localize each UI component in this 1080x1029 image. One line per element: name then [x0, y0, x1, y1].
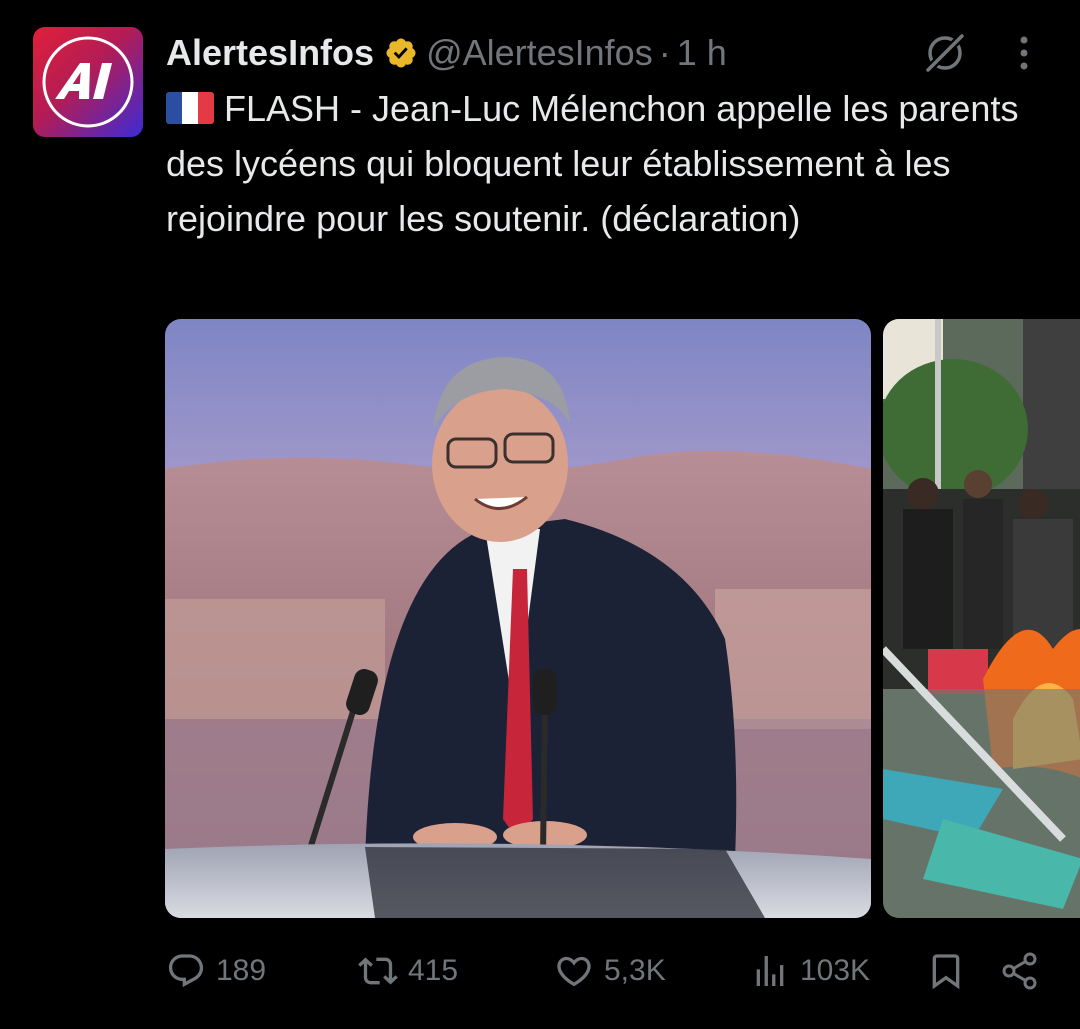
portrait-photo — [165, 319, 871, 918]
tweet-image-2[interactable] — [883, 319, 1080, 918]
tweet-image-1[interactable] — [165, 319, 871, 918]
separator: · — [658, 32, 671, 73]
repost-count: 415 — [408, 954, 459, 987]
more-dots-icon[interactable] — [1006, 30, 1042, 76]
tweet-body: FLASH - Jean-Luc Mélenchon appelle les p… — [166, 88, 1019, 239]
reply-count: 189 — [216, 954, 267, 987]
like-count: 5,3K — [604, 954, 666, 987]
verified-badge-icon[interactable] — [384, 36, 418, 70]
alertesinfos-logo-icon — [42, 36, 134, 128]
tweet-text: FLASH - Jean-Luc Mélenchon appelle les p… — [166, 81, 1056, 246]
share-button[interactable] — [1000, 945, 1050, 997]
repost-icon — [358, 957, 398, 985]
reply-button[interactable]: 189 — [166, 945, 266, 997]
display-name[interactable]: AlertesInfos — [166, 32, 374, 74]
like-button[interactable]: 5,3K — [554, 945, 666, 997]
share-icon — [1002, 952, 1037, 990]
reply-icon — [168, 954, 204, 988]
handle[interactable]: @AlertesInfos — [426, 32, 653, 74]
views-button[interactable]: 103K — [750, 945, 870, 997]
tweet-header: AlertesInfos @AlertesInfos · 1 h — [166, 30, 727, 76]
grok-icon[interactable] — [920, 30, 970, 76]
views-icon — [756, 956, 784, 986]
bookmark-button[interactable] — [926, 945, 976, 997]
bookmark-icon — [932, 954, 960, 990]
views-count: 103K — [800, 954, 871, 987]
repost-button[interactable]: 415 — [358, 945, 458, 997]
protest-photo — [883, 319, 1080, 918]
france-flag-icon — [166, 92, 214, 124]
tweet-actions: 189 415 5,3K 103K — [166, 945, 1046, 997]
timestamp[interactable]: 1 h — [677, 32, 727, 74]
like-icon — [557, 956, 591, 987]
avatar[interactable] — [33, 27, 143, 137]
